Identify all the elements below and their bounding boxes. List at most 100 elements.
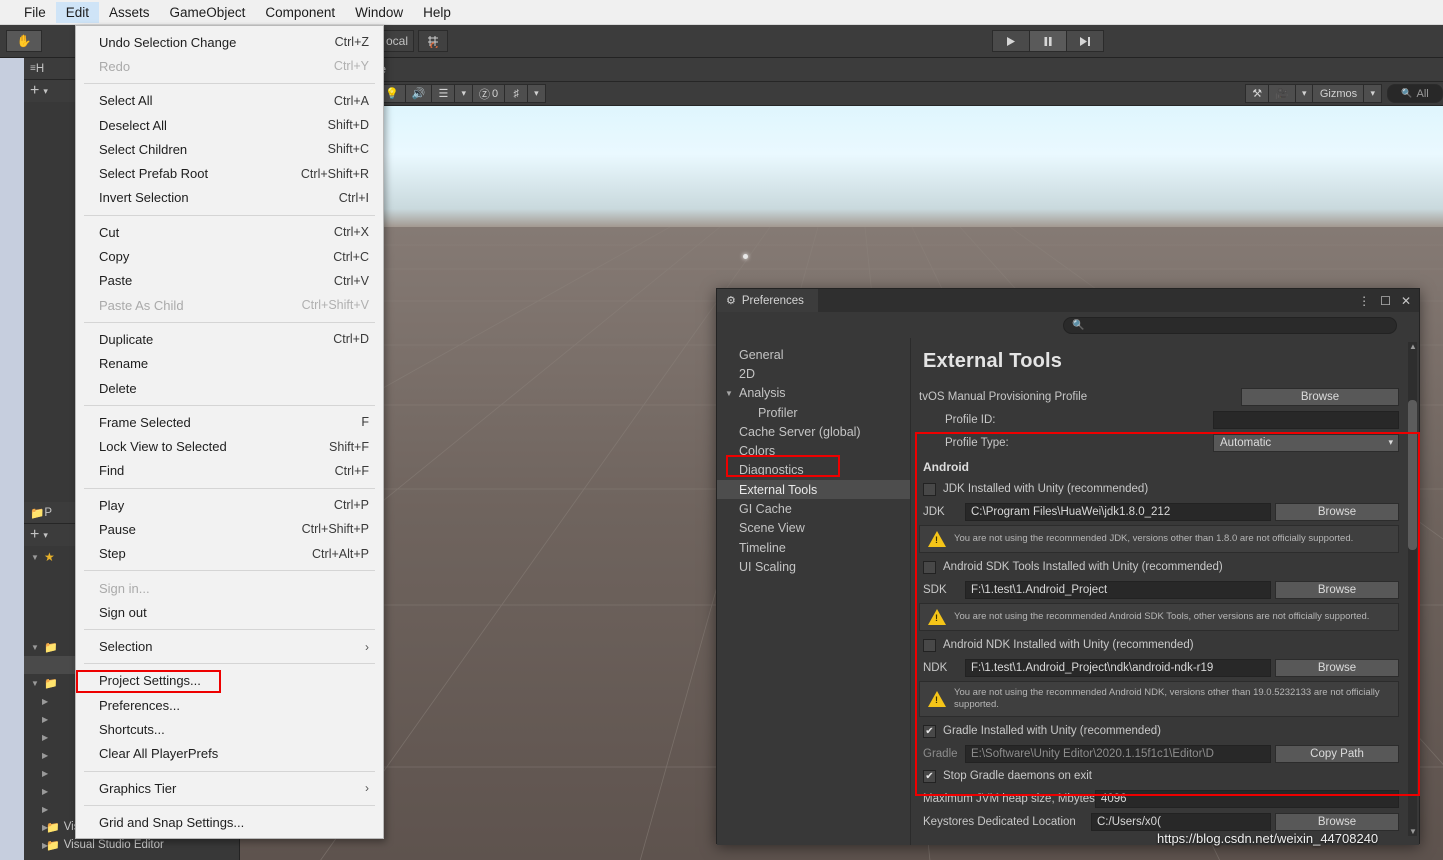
menu-window[interactable]: Window [345,2,413,23]
menu-file[interactable]: File [14,2,56,23]
menu-item-pause[interactable]: Pause Ctrl+Shift+P [76,517,383,541]
tvos-profile-type-dropdown[interactable]: Automatic ▾ [1213,433,1399,452]
kebab-menu-icon[interactable]: ⋮ [1358,294,1370,308]
play-button[interactable] [992,30,1030,52]
menu-item-select-all[interactable]: Select All Ctrl+A [76,89,383,113]
sdk-browse-button[interactable]: Browse [1275,580,1399,599]
pivot-rotation-toggle[interactable]: ocal [380,30,414,52]
tvos-provisioning-browse-button[interactable]: Browse [1241,387,1399,406]
menu-item-cut[interactable]: Cut Ctrl+X [76,220,383,244]
sidebar-item-general[interactable]: General [717,345,910,364]
hand-tool-icon[interactable]: ✋ [6,30,42,52]
grid-visibility-icon[interactable]: ♯ [504,84,529,103]
chevron-down-icon[interactable]: ▼ [725,389,733,398]
sidebar-item-profiler[interactable]: Profiler [717,403,910,422]
menu-item-clear-all-playerprefs[interactable]: Clear All PlayerPrefs [76,742,383,766]
scene-search-input[interactable]: 🔍 All [1387,84,1443,103]
menu-item-shortcut: Ctrl+P [333,498,369,513]
stop-gradle-daemons-checkbox-row[interactable]: ✔ Stop Gradle daemons on exit [919,765,1399,787]
menu-gameobject[interactable]: GameObject [160,2,256,23]
menu-item-undo[interactable]: Undo Selection Change Ctrl+Z [76,30,383,54]
menu-separator [84,83,375,85]
menu-edit[interactable]: Edit [55,1,100,23]
scroll-down-arrow-icon[interactable]: ▼ [1409,827,1417,836]
preferences-scrollbar[interactable]: ▲ ▼ [1408,342,1417,836]
sidebar-item-timeline[interactable]: Timeline [717,538,910,557]
jvm-heap-input[interactable]: 4096 [1094,789,1399,808]
preferences-search-input[interactable]: 🔍 [1063,316,1397,334]
jdk-path-input[interactable]: C:\Program Files\HuaWei\jdk1.8.0_212 [965,502,1271,521]
camera-icon[interactable]: 🎥 [1268,84,1296,103]
maximize-icon[interactable]: ☐ [1380,294,1391,308]
menu-item-frame-selected[interactable]: Frame Selected F [76,410,383,434]
sidebar-item-scene-view[interactable]: Scene View [717,519,910,538]
jdk-browse-button[interactable]: Browse [1275,502,1399,521]
wrench-icon[interactable]: ⚒ [1245,84,1270,103]
ndk-installed-checkbox[interactable] [923,638,936,652]
menu-assets[interactable]: Assets [99,2,160,23]
close-icon[interactable]: ✕ [1401,294,1411,308]
menu-item-paste[interactable]: Paste Ctrl+V [76,269,383,293]
chevron-down-icon[interactable]: ▾ [1363,84,1382,103]
menu-item-graphics-tier[interactable]: Graphics Tier › [76,776,383,800]
ndk-installed-checkbox-row[interactable]: Android NDK Installed with Unity (recomm… [919,634,1399,656]
menu-item-copy[interactable]: Copy Ctrl+C [76,244,383,268]
menu-item-sign-out[interactable]: Sign out [76,600,383,624]
sdk-path-input[interactable]: F:\1.test\1.Android_Project [965,580,1271,599]
sidebar-item-cache-server[interactable]: Cache Server (global) [717,422,910,441]
scroll-up-arrow-icon[interactable]: ▲ [1409,342,1417,351]
tree-row-visual-studio-editor[interactable]: ▶ 📁 Visual Studio Editor [24,836,239,854]
project-add-button[interactable]: + [30,526,39,544]
menu-item-shortcuts[interactable]: Shortcuts... [76,717,383,741]
gizmos-dropdown[interactable]: Gizmos [1312,84,1365,103]
keystore-browse-button[interactable]: Browse [1275,812,1399,831]
sdk-installed-checkbox[interactable] [923,560,936,574]
menu-item-play[interactable]: Play Ctrl+P [76,493,383,517]
jdk-installed-checkbox-row[interactable]: JDK Installed with Unity (recommended) [919,478,1399,500]
menu-item-duplicate[interactable]: Duplicate Ctrl+D [76,327,383,351]
menu-item-invert-selection[interactable]: Invert Selection Ctrl+I [76,186,383,210]
chevron-down-icon[interactable]: ▾ [527,84,546,103]
sidebar-item-2d[interactable]: 2D [717,364,910,383]
preferences-tab[interactable]: ⚙ Preferences [717,289,818,312]
menu-help[interactable]: Help [413,2,461,23]
grid-snap-icon[interactable] [418,30,448,52]
stop-gradle-daemons-checkbox[interactable]: ✔ [923,769,936,783]
gradle-installed-checkbox[interactable]: ✔ [923,724,936,738]
menu-item-lock-view-to-selected[interactable]: Lock View to Selected Shift+F [76,434,383,458]
pause-button[interactable] [1029,30,1067,52]
sidebar-item-analysis[interactable]: ▼ Analysis [717,384,910,403]
gradle-copy-path-button[interactable]: Copy Path [1275,744,1399,763]
menu-item-step[interactable]: Step Ctrl+Alt+P [76,542,383,566]
tvos-profile-id-input[interactable] [1213,410,1399,429]
menu-item-grid-and-snap-settings[interactable]: Grid and Snap Settings... [76,810,383,834]
ndk-path-input[interactable]: F:\1.test\1.Android_Project\ndk\android-… [965,658,1271,677]
effects-icon[interactable]: ☰ [431,84,456,103]
menu-item-find[interactable]: Find Ctrl+F [76,459,383,483]
scrollbar-thumb[interactable] [1408,400,1417,550]
menu-item-selection[interactable]: Selection › [76,635,383,659]
menu-item-deselect-all[interactable]: Deselect All Shift+D [76,113,383,137]
sidebar-item-ui-scaling[interactable]: UI Scaling [717,557,910,576]
menu-item-delete[interactable]: Delete [76,376,383,400]
keystore-location-input[interactable]: C:/Users/x0( [1091,812,1271,831]
hierarchy-add-button[interactable]: + [30,82,39,100]
chevron-down-icon[interactable]: ▾ [43,86,48,97]
menu-item-rename[interactable]: Rename [76,352,383,376]
chevron-down-icon[interactable]: ▾ [454,84,473,103]
speaker-icon[interactable]: 🔊 [404,84,433,103]
sdk-installed-checkbox-row[interactable]: Android SDK Tools Installed with Unity (… [919,556,1399,578]
gradle-installed-checkbox-row[interactable]: ✔ Gradle Installed with Unity (recommend… [919,720,1399,742]
menu-component[interactable]: Component [255,2,345,23]
ndk-browse-button[interactable]: Browse [1275,658,1399,677]
menu-item-preferences[interactable]: Preferences... [76,693,383,717]
menu-item-select-children[interactable]: Select Children Shift+C [76,137,383,161]
jdk-installed-checkbox[interactable] [923,482,936,496]
sidebar-item-gi-cache[interactable]: GI Cache [717,499,910,518]
eye-off-icon[interactable]: Ⓩ 0 [472,84,506,103]
menu-item-select-prefab-root[interactable]: Select Prefab Root Ctrl+Shift+R [76,161,383,185]
sidebar-item-external-tools[interactable]: External Tools [717,480,910,500]
chevron-down-icon[interactable]: ▾ [1294,84,1314,103]
chevron-down-icon[interactable]: ▾ [43,530,48,541]
step-button[interactable] [1066,30,1104,52]
